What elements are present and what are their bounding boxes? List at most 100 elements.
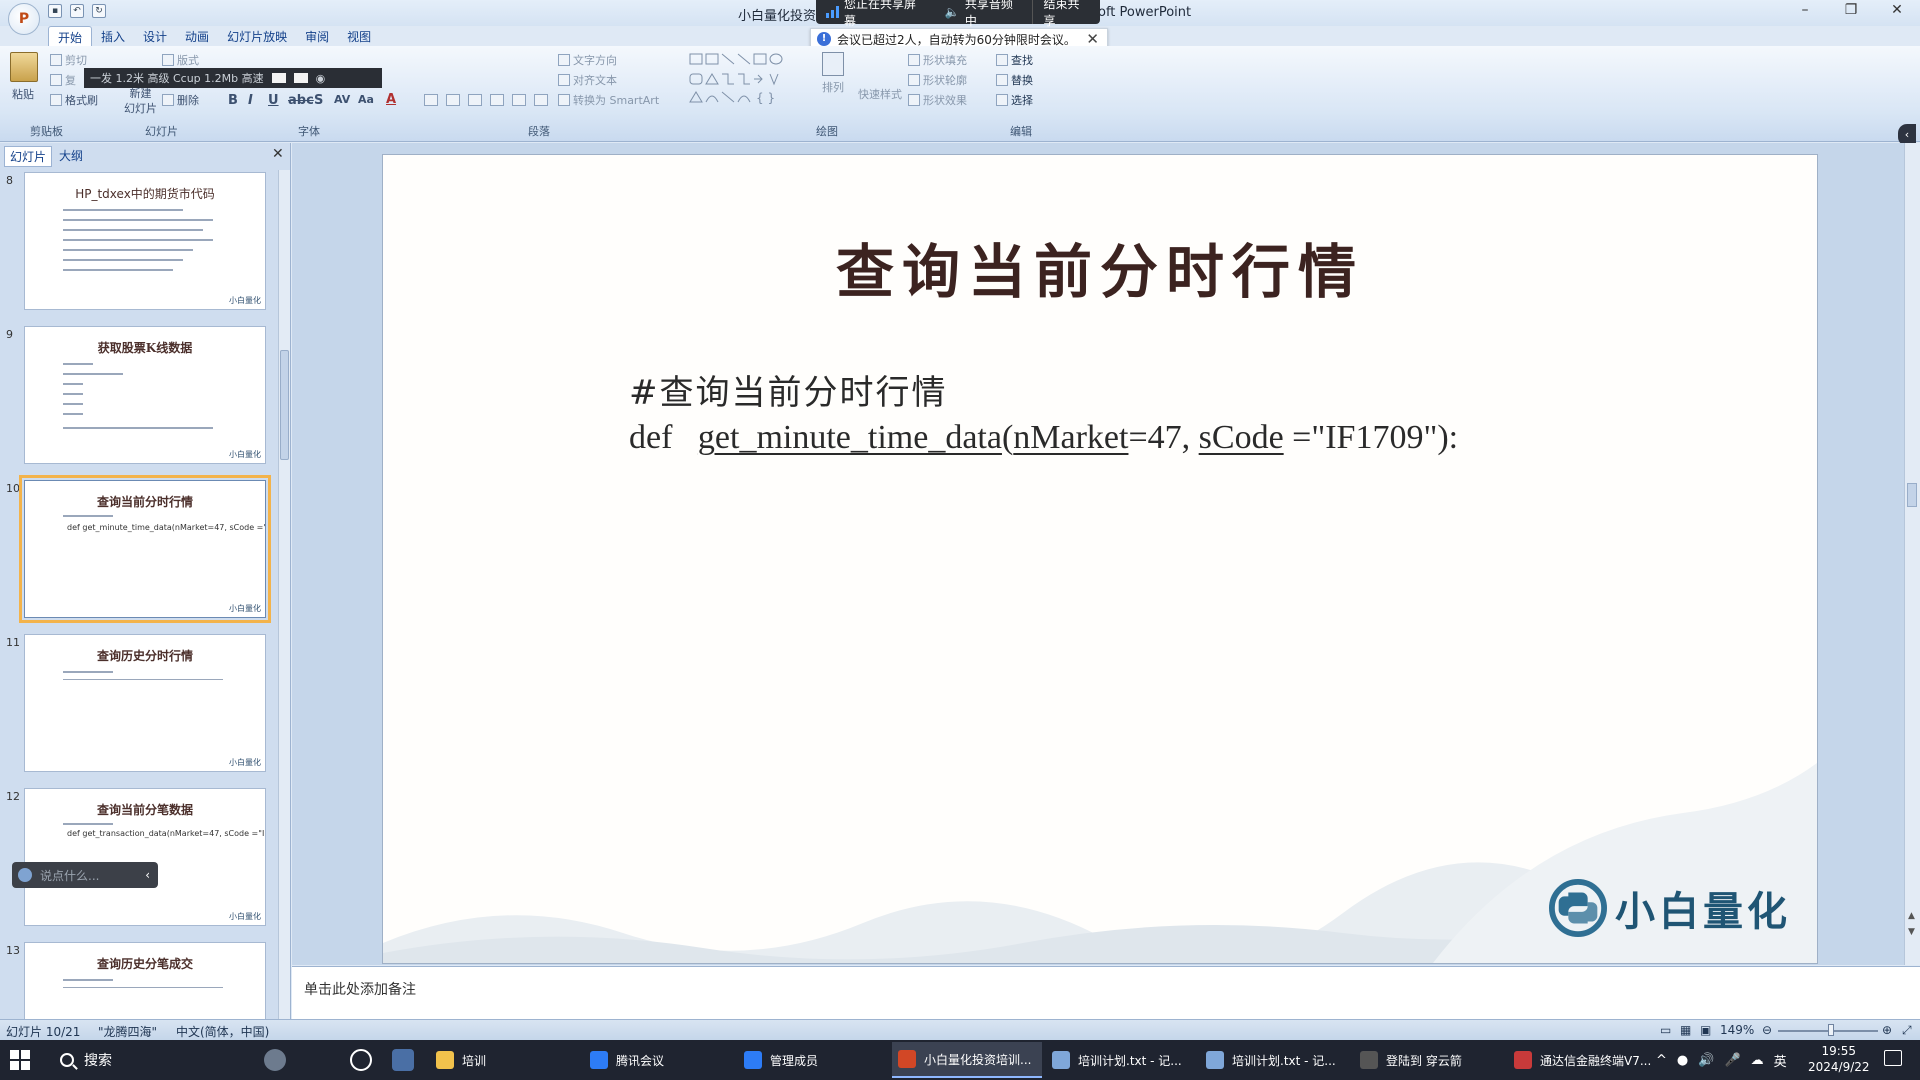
justify-icon[interactable]	[490, 94, 504, 106]
line-spacing-icon[interactable]	[534, 94, 548, 106]
tray-chevron-icon[interactable]: ^	[1656, 1053, 1667, 1068]
shape-outline-button[interactable]: 形状轮廓	[908, 72, 967, 88]
find-button[interactable]: 查找	[996, 52, 1033, 68]
taskbar-item[interactable]: 培训计划.txt - 记...	[1200, 1042, 1350, 1078]
taskbar-item[interactable]: 管理成员	[738, 1042, 888, 1078]
tab-slideshow[interactable]: 幻灯片放映	[218, 26, 296, 46]
microphone-icon[interactable]: 🎤	[1724, 1053, 1740, 1068]
panel-close-icon[interactable]: ✕	[272, 146, 284, 162]
taskbar-item[interactable]: 培训计划.txt - 记...	[1046, 1042, 1196, 1078]
thumbnail-scrollbar[interactable]	[278, 170, 290, 1019]
slide-thumbnail[interactable]: 查询历史分时行情 小白量化	[24, 634, 266, 772]
next-slide-icon[interactable]: ▼	[1908, 927, 1915, 937]
tab-design[interactable]: 设计	[134, 26, 176, 46]
align-text-button[interactable]: 对齐文本	[558, 72, 617, 88]
align-right-icon[interactable]	[468, 94, 482, 106]
undo-icon[interactable]: ↶	[70, 4, 84, 18]
language-indicator[interactable]: 中文(简体，中国)	[176, 1023, 269, 1040]
slide-thumbnail[interactable]: 查询历史分笔成交	[24, 942, 266, 1019]
save-icon[interactable]: ▪	[48, 4, 62, 18]
tab-home[interactable]: 开始	[48, 26, 93, 46]
slide-thumbnail[interactable]: 获取股票K线数据 小白量化	[24, 326, 266, 464]
chat-input[interactable]: 说点什么... ‹	[12, 862, 158, 888]
sharing-status[interactable]: 您正在共享屏幕	[816, 0, 935, 28]
cut-button[interactable]: 剪切	[50, 52, 87, 68]
align-left-icon[interactable]	[424, 94, 438, 106]
edge-browser-icon[interactable]	[350, 1049, 372, 1071]
slide-title[interactable]: 查询当前分时行情	[383, 225, 1817, 309]
zoom-slider-knob[interactable]	[1828, 1024, 1834, 1036]
text-direction-button[interactable]: 文字方向	[558, 52, 617, 68]
notification-icon[interactable]	[1884, 1050, 1902, 1066]
underline-button[interactable]: U	[268, 93, 279, 108]
taskbar-item[interactable]: 通达信金融终端V7...	[1508, 1042, 1658, 1078]
paste-icon[interactable]	[10, 52, 38, 82]
end-share-button[interactable]: 结束共享	[1032, 0, 1100, 28]
scrollbar-thumb[interactable]	[1907, 483, 1917, 507]
quick-styles-button[interactable]: 快速样式	[858, 86, 902, 102]
zoom-out-icon[interactable]: ⊖	[1762, 1023, 1772, 1037]
tab-view[interactable]: 视图	[338, 26, 380, 46]
zoom-level[interactable]: 149%	[1720, 1023, 1754, 1037]
shapes-gallery[interactable]: { }	[688, 52, 798, 106]
restore-button[interactable]: ❐	[1836, 2, 1866, 18]
slide-scrollbar[interactable]: ▲ ▲ ▼	[1904, 143, 1920, 965]
columns-icon[interactable]	[512, 94, 526, 106]
taskbar-item[interactable]: 腾讯会议	[584, 1042, 734, 1078]
slide-thumbnail[interactable]: 查询当前分笔数据 def get_transaction_data(nMarke…	[24, 788, 266, 926]
taskbar-item[interactable]: 培训	[430, 1042, 580, 1078]
new-slide-button[interactable]: 新建 幻灯片	[124, 88, 157, 115]
tab-insert[interactable]: 插入	[92, 26, 134, 46]
windows-start-icon[interactable]	[10, 1050, 30, 1070]
prev-slide-icon[interactable]: ▲	[1908, 911, 1915, 921]
slideshow-icon[interactable]: ▣	[1700, 1023, 1711, 1037]
italic-button[interactable]: I	[248, 93, 253, 108]
strikethrough-button[interactable]: abc	[288, 93, 314, 108]
fit-window-icon[interactable]: ⤢	[1902, 1023, 1912, 1038]
layout-button[interactable]: 版式	[162, 52, 199, 68]
slide-code-line[interactable]: def get_minute_time_data(nMarket=47, sCo…	[629, 419, 1458, 457]
taskbar-clock[interactable]: 19:55 2024/9/22	[1808, 1043, 1870, 1075]
format-painter-button[interactable]: 格式刷	[50, 92, 98, 108]
taskbar-item-active[interactable]: 小白量化投资培训...	[892, 1042, 1042, 1078]
tab-outline[interactable]: 大纲	[54, 146, 88, 167]
align-center-icon[interactable]	[446, 94, 460, 106]
scrollbar-thumb[interactable]	[280, 350, 289, 460]
share-audio-button[interactable]: 🔈 共享音频中	[935, 0, 1033, 28]
font-color-button[interactable]: A	[386, 92, 396, 107]
shadow-button[interactable]: S	[314, 93, 323, 108]
copy-button[interactable]: 复	[50, 72, 76, 88]
zoom-in-icon[interactable]: ⊕	[1882, 1023, 1892, 1037]
taskbar-item[interactable]: 登陆到 穿云箭	[1354, 1042, 1504, 1078]
slide-thumbnail[interactable]: HP_tdxex中的期货市代码 小白量化	[24, 172, 266, 310]
volume-icon[interactable]: 🔊	[1698, 1053, 1714, 1068]
slide-thumbnail-selected[interactable]: 查询当前分时行情 def get_minute_time_data(nMarke…	[19, 475, 271, 623]
chevron-left-icon[interactable]: ‹	[145, 868, 150, 882]
office-button[interactable]: P	[8, 3, 40, 35]
slide-canvas[interactable]: 查询当前分时行情 #查询当前分时行情 def get_minute_time_d…	[383, 155, 1817, 963]
close-button[interactable]: ✕	[1882, 2, 1912, 18]
normal-view-icon[interactable]: ▭	[1660, 1023, 1671, 1037]
shape-fill-button[interactable]: 形状填充	[908, 52, 967, 68]
select-button[interactable]: 选择	[996, 92, 1033, 108]
paste-button[interactable]: 粘贴	[12, 86, 34, 102]
tab-review[interactable]: 审阅	[296, 26, 338, 46]
calculator-icon[interactable]	[392, 1049, 414, 1071]
shape-effects-button[interactable]: 形状效果	[908, 92, 967, 108]
cortana-icon[interactable]	[264, 1049, 286, 1071]
slide-code-comment[interactable]: #查询当前分时行情	[629, 365, 948, 414]
char-spacing-button[interactable]: AV	[334, 93, 350, 106]
tab-slides[interactable]: 幻灯片	[4, 146, 53, 167]
wechat-icon[interactable]: ●	[1677, 1053, 1688, 1068]
bold-button[interactable]: B	[228, 93, 238, 108]
tab-animations[interactable]: 动画	[176, 26, 218, 46]
smartart-button[interactable]: 转换为 SmartArt	[558, 92, 659, 108]
change-case-button[interactable]: Aa	[358, 93, 374, 106]
network-icon[interactable]: ☁	[1751, 1053, 1764, 1068]
minimize-button[interactable]: –	[1790, 2, 1820, 18]
slide-sorter-icon[interactable]: ▦	[1680, 1023, 1691, 1037]
redo-icon[interactable]: ↻	[92, 4, 106, 18]
delete-slide-button[interactable]: 删除	[162, 92, 199, 108]
notes-pane[interactable]: 单击此处添加备注	[292, 966, 1920, 1019]
replace-button[interactable]: 替换	[996, 72, 1033, 88]
